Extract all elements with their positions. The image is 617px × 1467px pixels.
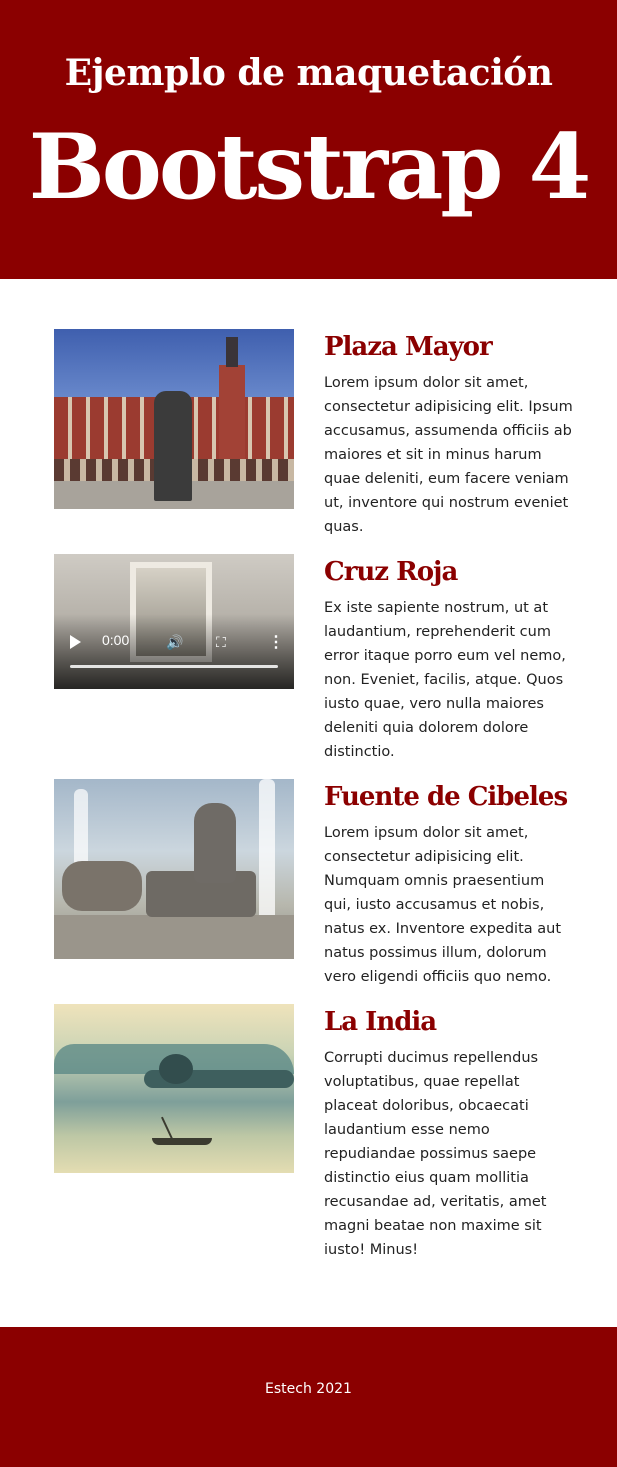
section-paragraph: Ex iste sapiente nostrum, ut at laudanti… [324,600,566,760]
section-cruz-roja: 0:00 🔊 ⛶ ⋮ Cruz Roja Ex iste sapiente no… [54,554,574,760]
section-paragraph: Lorem ipsum dolor sit amet, consectetur … [324,375,573,535]
page-subtitle: Ejemplo de maquetación [64,52,553,94]
page-header: Ejemplo de maquetación Bootstrap 4 [0,0,617,279]
la-india-image [54,1004,294,1173]
section-title: Fuente de Cibeles [324,782,568,812]
cruz-roja-video[interactable]: 0:00 🔊 ⛶ ⋮ [54,554,294,689]
section-title: La India [324,1007,437,1037]
video-progress-track[interactable] [70,665,278,668]
section-title: Cruz Roja [324,557,458,587]
section-text-block: Plaza Mayor Lorem ipsum dolor sit amet, … [324,329,574,539]
section-text-block: Cruz Roja Ex iste sapiente nostrum, ut a… [324,554,574,764]
section-title: Plaza Mayor [324,332,493,362]
page-title: Bootstrap 4 [28,114,592,220]
more-options-icon[interactable]: ⋮ [268,632,284,652]
volume-icon[interactable]: 🔊 [166,634,183,651]
section-text-block: Fuente de Cibeles Lorem ipsum dolor sit … [324,779,574,989]
page-footer: Estech 2021 [0,1327,617,1467]
section-text-block: La India Corrupti ducimus repellendus vo… [324,1004,574,1262]
plaza-mayor-image [54,329,294,509]
section-paragraph: Corrupti ducimus repellendus voluptatibu… [324,1050,547,1258]
footer-text: Estech 2021 [265,1381,352,1397]
cibeles-image [54,779,294,959]
video-time: 0:00 [102,632,130,648]
section-paragraph: Lorem ipsum dolor sit amet, consectetur … [324,825,562,985]
play-icon[interactable] [70,635,81,649]
video-controls: 0:00 🔊 ⛶ ⋮ [68,632,284,652]
fullscreen-icon[interactable]: ⛶ [216,634,226,651]
